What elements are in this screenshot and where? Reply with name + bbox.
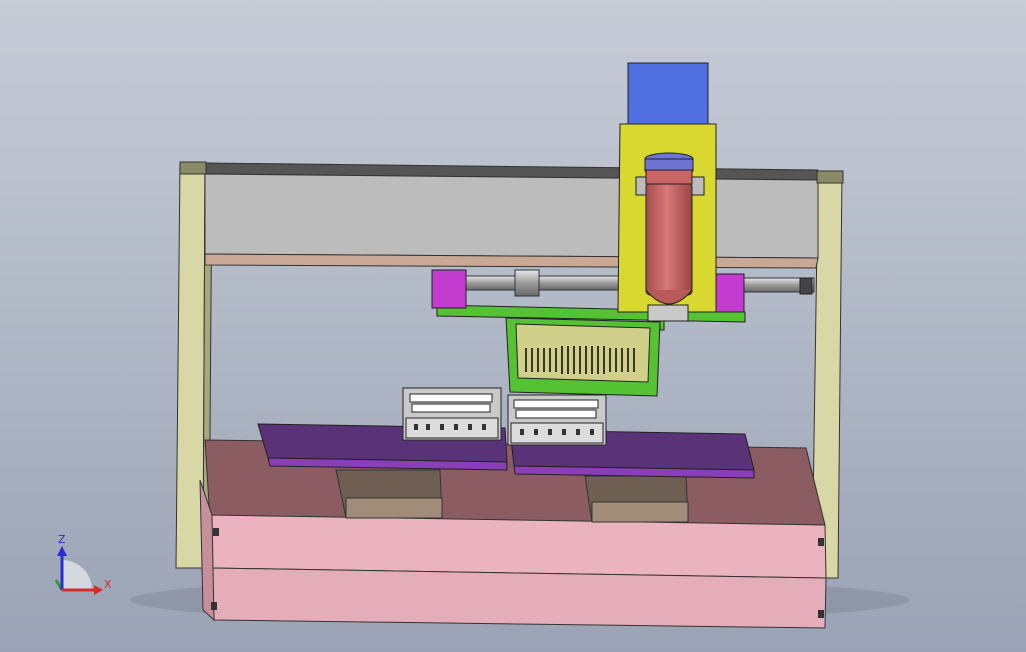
rail-collar xyxy=(514,269,540,297)
linear-rail-left xyxy=(461,275,623,291)
base-lower-front xyxy=(211,567,827,629)
cad-scene[interactable]: Z X xyxy=(0,0,1026,652)
cylinder-neck xyxy=(645,169,693,185)
triad-z-label: Z xyxy=(58,533,66,546)
left-post-cap xyxy=(179,161,207,175)
cylinder-cap-side xyxy=(644,158,694,172)
triad-x-label: X xyxy=(104,578,112,591)
base-slot-1 xyxy=(213,528,219,536)
z-axis-carriage[interactable] xyxy=(617,62,717,322)
carriage-bottom-clamp xyxy=(647,304,689,322)
base-slot-3 xyxy=(818,538,824,546)
fixture-left[interactable] xyxy=(402,387,502,441)
motor-mount-right xyxy=(713,273,745,313)
top-beam-front xyxy=(204,173,819,259)
base-upper-front xyxy=(209,514,827,579)
heat-sink-panel xyxy=(515,323,651,383)
motor-mount-left xyxy=(431,269,467,309)
fixture-right[interactable] xyxy=(507,394,607,446)
cylinder-body xyxy=(645,182,693,296)
cad-viewport[interactable]: Z X xyxy=(0,0,1026,652)
base-slot-4 xyxy=(818,610,824,618)
support-block-right-face xyxy=(591,501,689,523)
rail-end-cap xyxy=(799,277,813,295)
support-block-left-face xyxy=(345,497,443,519)
right-post-cap xyxy=(816,170,844,184)
stepper-motor xyxy=(627,62,709,128)
base-slot-2 xyxy=(211,602,217,610)
